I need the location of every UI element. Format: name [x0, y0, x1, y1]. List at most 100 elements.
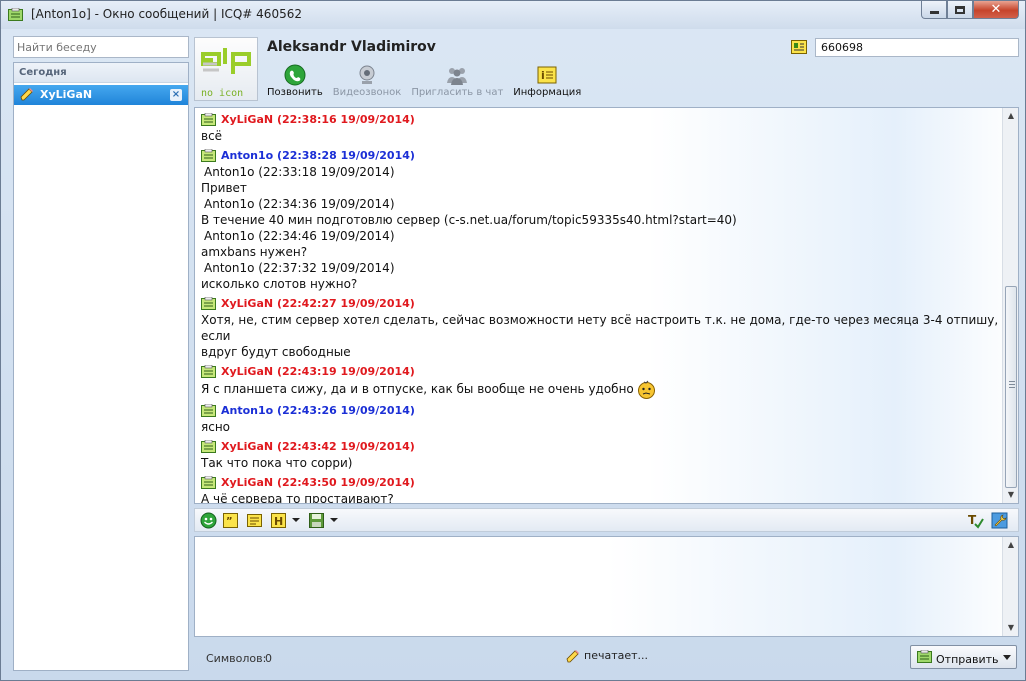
message-line-text: А чё сервера то простаивают? — [201, 492, 394, 504]
contact-display-name: Aleksandr Vladimirov — [267, 39, 436, 55]
message-text: amxbans нужен? — [201, 244, 1001, 260]
input-scrollbar[interactable]: ▲ ▼ — [1002, 537, 1018, 636]
conversation-sidebar: Сегодня XyLiGaN × — [13, 36, 189, 671]
quote-icon[interactable]: ” — [222, 512, 239, 529]
message-window: [Anton1o] - Окно сообщений | ICQ# 460562… — [0, 0, 1026, 681]
save-dropdown-icon[interactable] — [330, 518, 338, 522]
message-header: Anton1o (22:43:26 19/09/2014) — [201, 403, 1001, 419]
conversation-list: Сегодня XyLiGaN × — [13, 62, 189, 671]
message-line-text: Anton1o (22:34:46 19/09/2014) — [204, 229, 395, 243]
message-author: XyLiGaN — [221, 297, 274, 310]
message-author: XyLiGaN — [221, 476, 274, 489]
message-line-text: Я с планшета сижу, да и в отпуске, как б… — [201, 382, 634, 396]
message-author: XyLiGaN — [221, 365, 274, 378]
message-timestamp: (22:43:19 19/09/2014) — [276, 365, 415, 378]
typing-text: печатает... — [584, 649, 649, 662]
scroll-down-icon[interactable]: ▼ — [1003, 487, 1018, 503]
message-line-text: В течение 40 мин подготовлю сервер (c-s.… — [201, 213, 737, 227]
info-button[interactable]: i Информация — [513, 64, 581, 102]
message-text: А чё сервера то простаивают? — [201, 491, 1001, 504]
confused-face-icon — [637, 380, 655, 399]
message-header: Anton1o (22:38:28 19/09/2014) — [201, 148, 1001, 164]
char-count-label: Символов: — [206, 652, 267, 665]
smiley-icon[interactable] — [200, 512, 217, 529]
history-dropdown-icon[interactable] — [292, 518, 300, 522]
conversation-search-input[interactable] — [13, 36, 189, 58]
message-icon — [201, 440, 216, 453]
send-options-dropdown[interactable] — [998, 645, 1017, 669]
close-conversation-icon[interactable]: × — [170, 89, 182, 101]
status-bar: Символов: 0 печатает... Отправить — [193, 641, 1019, 671]
quoted-header: Anton1o (22:33:18 19/09/2014) — [201, 164, 1001, 180]
info-card-icon: i — [537, 66, 557, 84]
phone-icon — [284, 64, 306, 86]
message-header: XyLiGaN (22:43:42 19/09/2014) — [201, 439, 1001, 455]
message-text: Привет — [201, 180, 1001, 196]
scrollbar-thumb[interactable] — [1005, 286, 1017, 488]
message-icon — [201, 476, 216, 489]
message-line-text: ясно — [201, 420, 231, 434]
video-call-button[interactable]: Видеозвонок — [333, 64, 401, 102]
call-label: Позвонить — [267, 87, 323, 98]
history-scrollbar[interactable]: ▲ ▼ — [1002, 108, 1018, 503]
message-line-text: Так что пока что сорри) — [201, 456, 353, 470]
message-line-text: Anton1o (22:37:32 19/09/2014) — [204, 261, 395, 275]
message-input[interactable]: ▲ ▼ — [194, 536, 1019, 637]
message-icon — [201, 113, 216, 126]
svg-text:i: i — [541, 69, 545, 82]
close-button[interactable]: ✕ — [973, 1, 1019, 19]
message-text: В течение 40 мин подготовлю сервер (c-s.… — [201, 212, 1001, 228]
message-icon — [201, 297, 216, 310]
title-bar[interactable]: [Anton1o] - Окно сообщений | ICQ# 460562… — [1, 1, 1025, 29]
message-text: исколько слотов нужно? — [201, 276, 1001, 292]
webcam-icon — [359, 65, 375, 84]
contact-name: XyLiGaN — [40, 88, 93, 101]
char-count-value: 0 — [265, 652, 272, 665]
send-button[interactable]: Отправить — [910, 645, 999, 669]
contact-item-xyligan[interactable]: XyLiGaN × — [14, 85, 188, 105]
pencil-icon — [566, 650, 579, 663]
save-icon[interactable] — [308, 512, 325, 529]
maximize-button[interactable] — [947, 1, 973, 19]
message-text: Хотя, не, стим сервер хотел сделать, сей… — [201, 312, 1001, 344]
message-timestamp: (22:38:28 19/09/2014) — [277, 149, 415, 162]
history-icon[interactable]: H — [270, 512, 287, 529]
message-text: Я с планшета сижу, да и в отпуске, как б… — [201, 380, 1001, 399]
svg-text:”: ” — [226, 516, 233, 527]
message-author: XyLiGaN — [221, 440, 274, 453]
avatar[interactable]: no icon — [194, 37, 258, 101]
message-line-text: Хотя, не, стим сервер хотел сделать, сей… — [201, 313, 999, 343]
input-scroll-up-icon[interactable]: ▲ — [1003, 537, 1019, 553]
message-text: всё — [201, 128, 1001, 144]
message-timestamp: (22:42:27 19/09/2014) — [276, 297, 415, 310]
uin-field[interactable]: 660698 — [815, 38, 1019, 57]
qip-logo-icon: no icon — [201, 48, 251, 99]
message-text: вдруг будут свободные — [201, 344, 1001, 360]
quoted-header: Anton1o (22:37:32 19/09/2014) — [201, 260, 1001, 276]
message-history[interactable]: XyLiGaN (22:38:16 19/09/2014) всё Anton1o … — [194, 107, 1019, 504]
call-button[interactable]: Позвонить — [267, 64, 323, 102]
message-header: XyLiGaN (22:43:19 19/09/2014) — [201, 364, 1001, 380]
message-icon — [201, 149, 216, 162]
invite-to-chat-button[interactable]: Пригласить в чат — [411, 64, 503, 102]
minimize-button[interactable] — [921, 1, 947, 19]
window-title: [Anton1o] - Окно сообщений | ICQ# 460562 — [31, 7, 302, 21]
message-text: ясно — [201, 419, 1001, 435]
message-header: XyLiGaN (22:43:50 19/09/2014) — [201, 475, 1001, 491]
templates-icon[interactable] — [246, 512, 263, 529]
scroll-up-icon[interactable]: ▲ — [1003, 108, 1018, 124]
message-line-text: вдруг будут свободные — [201, 345, 351, 359]
spellcheck-icon[interactable]: T — [967, 512, 984, 529]
contact-card-icon[interactable] — [791, 40, 807, 54]
grip-line — [1009, 384, 1015, 385]
settings-wrench-icon[interactable] — [991, 512, 1008, 529]
message-line-text: исколько слотов нужно? — [201, 277, 358, 291]
send-label: Отправить — [936, 653, 999, 666]
message-line-text: всё — [201, 129, 223, 143]
info-label: Информация — [513, 87, 582, 98]
group-icon — [447, 68, 468, 85]
chat-panel: no icon Aleksandr Vladimirov 660698 Позв… — [193, 36, 1019, 671]
input-scroll-down-icon[interactable]: ▼ — [1003, 620, 1019, 636]
message-author: Anton1o — [221, 404, 274, 417]
message-icon — [201, 365, 216, 378]
